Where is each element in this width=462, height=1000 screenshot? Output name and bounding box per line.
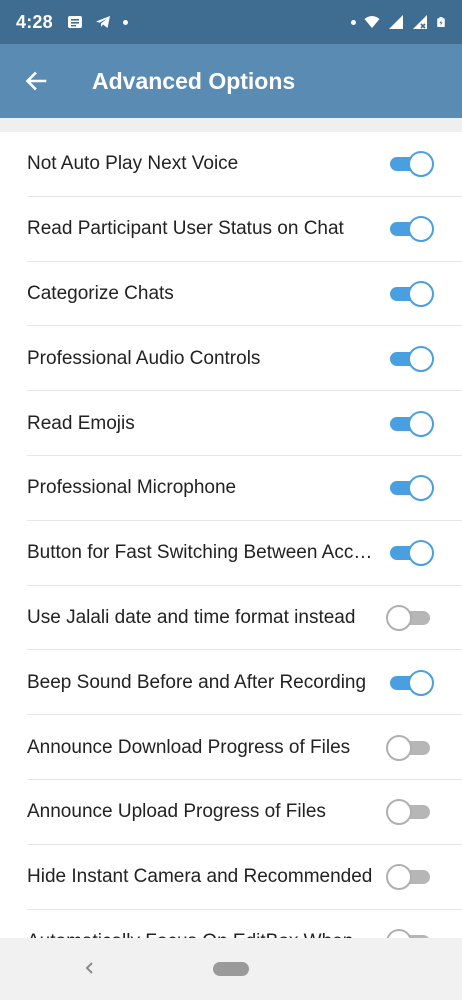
battery-charging-icon [437, 17, 445, 27]
toggle-knob [408, 540, 434, 567]
setting-toggle[interactable] [388, 669, 434, 696]
setting-label: Professional Audio Controls [27, 347, 261, 369]
telegram-icon [95, 16, 110, 28]
setting-label: Not Auto Play Next Voice [27, 153, 239, 175]
setting-label: Hide Instant Camera and Recommended [27, 866, 373, 888]
setting-toggle[interactable] [388, 216, 434, 243]
toggle-knob [408, 151, 434, 178]
toggle-knob [408, 345, 434, 372]
setting-row[interactable]: Use Jalali date and time format instead [0, 586, 462, 651]
setting-row[interactable]: Announce Upload Progress of Files [0, 780, 462, 845]
setting-row[interactable]: Announce Download Progress of Files [0, 715, 462, 780]
setting-label: Categorize Chats [27, 282, 174, 304]
signal-no-data-icon [413, 15, 427, 29]
dot-icon [351, 19, 356, 25]
settings-list[interactable]: Not Auto Play Next Voice Read Participant… [0, 132, 462, 938]
dot-icon [122, 19, 128, 25]
setting-toggle[interactable] [388, 345, 434, 372]
toggle-knob [408, 216, 434, 243]
signal-icon [389, 15, 403, 29]
setting-label: Announce Download Progress of Files [27, 736, 351, 758]
toggle-knob [386, 799, 412, 826]
toggle-knob [408, 475, 434, 502]
setting-label: Announce Upload Progress of Files [27, 801, 326, 823]
setting-toggle[interactable] [386, 734, 432, 761]
setting-row[interactable]: Button for Fast Switching Between Accoun… [0, 521, 462, 586]
list-top-spacer [0, 118, 462, 132]
status-right-icons [351, 14, 446, 30]
setting-toggle[interactable] [388, 540, 434, 567]
setting-row[interactable]: Categorize Chats [0, 262, 462, 327]
setting-toggle[interactable] [386, 864, 432, 891]
setting-toggle[interactable] [386, 799, 432, 826]
setting-toggle[interactable] [386, 604, 432, 631]
setting-toggle[interactable] [388, 475, 434, 502]
setting-row[interactable]: Read Emojis [0, 391, 462, 456]
toggle-knob [386, 604, 412, 631]
setting-label: Use Jalali date and time format instead [27, 606, 356, 628]
message-icon [67, 16, 82, 28]
setting-row[interactable]: Automatically Focus On EditBox When [0, 910, 462, 938]
arrow-left-icon [25, 71, 47, 91]
setting-toggle[interactable] [386, 928, 432, 938]
setting-label: Button for Fast Switching Between Accoun… [27, 542, 373, 564]
toggle-knob [408, 280, 434, 307]
status-time: 4:28 [16, 11, 53, 32]
setting-row[interactable]: Professional Microphone [0, 456, 462, 521]
nav-home-pill[interactable] [213, 962, 249, 976]
app-bar: Advanced Options [0, 44, 462, 118]
toggle-knob [408, 410, 434, 437]
nav-back-icon[interactable] [80, 958, 100, 978]
system-nav-bar [0, 938, 462, 1000]
toggle-knob [386, 864, 412, 891]
page-title: Advanced Options [92, 67, 296, 94]
toggle-knob [386, 734, 412, 761]
back-button[interactable] [0, 44, 72, 118]
setting-label: Read Emojis [27, 412, 135, 434]
setting-label: Automatically Focus On EditBox When [27, 931, 373, 938]
setting-toggle[interactable] [388, 410, 434, 437]
setting-toggle[interactable] [388, 280, 434, 307]
setting-toggle[interactable] [388, 151, 434, 178]
status-bar: 4:28 [0, 0, 462, 44]
toggle-knob [408, 669, 434, 696]
setting-label: Professional Microphone [27, 477, 237, 499]
setting-row[interactable]: Hide Instant Camera and Recommended [0, 845, 462, 910]
setting-row[interactable]: Read Participant User Status on Chat [0, 197, 462, 262]
toggle-knob [386, 928, 412, 938]
setting-row[interactable]: Beep Sound Before and After Recording [0, 650, 462, 715]
wifi-icon [364, 16, 380, 28]
status-left-icons [67, 14, 128, 30]
setting-label: Beep Sound Before and After Recording [27, 671, 367, 693]
setting-row[interactable]: Not Auto Play Next Voice [0, 132, 462, 197]
setting-row[interactable]: Professional Audio Controls [0, 326, 462, 391]
setting-label: Read Participant User Status on Chat [27, 218, 344, 240]
